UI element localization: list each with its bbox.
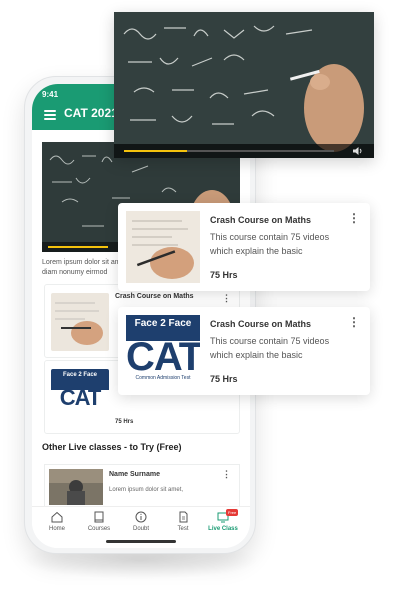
nav-label: Test [177, 526, 189, 532]
course-title: Crash Course on Maths [115, 293, 194, 300]
course-thumbnail: Face 2 Face CAT [51, 369, 109, 427]
course-thumbnail: Face 2 Face CAT Common Admission Test [126, 315, 200, 387]
chalkboard-video-frame [114, 12, 374, 158]
menu-icon[interactable] [44, 110, 56, 120]
book-icon [94, 511, 104, 523]
course-hours: 75 Hrs [210, 374, 238, 384]
volume-icon[interactable] [352, 146, 364, 156]
course-thumbnail [126, 211, 200, 283]
home-indicator [106, 540, 176, 543]
cover-cat-text: CAT [126, 335, 200, 380]
more-options-icon[interactable]: ⋮ [222, 469, 231, 480]
document-icon [179, 511, 188, 523]
nav-courses[interactable]: Courses [80, 511, 118, 532]
course-description: This course contain 75 videos which expl… [210, 336, 330, 360]
nav-label: Home [48, 526, 65, 532]
video-progress-bar[interactable] [124, 150, 187, 152]
more-options-icon[interactable]: ⋮ [348, 315, 360, 329]
course-hours: 75 Hrs [210, 270, 238, 280]
course-title: Crash Course on Maths [210, 215, 312, 225]
course-card[interactable]: Face 2 Face CAT Common Admission Test Cr… [118, 307, 370, 395]
video-controls [114, 144, 374, 158]
course-hours: 75 Hrs [115, 419, 134, 425]
nav-home[interactable]: Home [38, 511, 76, 532]
nav-live-class[interactable]: Free Live Class [204, 509, 242, 532]
status-time: 9:41 [42, 90, 59, 99]
course-card[interactable]: Crash Course on Maths This course contai… [118, 203, 370, 291]
info-icon [135, 511, 147, 523]
nav-doubt[interactable]: Doubt [122, 511, 160, 532]
app-title: CAT 2021 [64, 106, 118, 120]
nav-test[interactable]: Test [164, 511, 202, 532]
live-section-heading: Other Live classes - to Try (Free) [42, 442, 182, 452]
home-icon [51, 511, 63, 523]
live-class-description: Lorem ipsum dolor sit amet, [109, 487, 184, 493]
hand-writing-image [126, 211, 200, 283]
cat-book-cover: Face 2 Face CAT Common Admission Test [126, 315, 200, 387]
free-badge: Free [226, 509, 239, 516]
more-options-icon[interactable]: ⋮ [222, 293, 231, 304]
video-player[interactable] [114, 12, 374, 158]
course-thumbnail [51, 293, 109, 351]
live-class-item[interactable]: Name Surname Lorem ipsum dolor sit amet,… [44, 464, 240, 508]
nav-label: Doubt [132, 526, 149, 532]
nav-label: Live Class [208, 526, 238, 532]
live-class-name: Name Surname [109, 471, 160, 478]
more-options-icon[interactable]: ⋮ [348, 211, 360, 225]
cover-cat-text: CAT [59, 385, 102, 411]
cover-sub-text: Common Admission Test [135, 375, 191, 381]
live-class-thumbnail [49, 469, 103, 505]
course-description: This course contain 75 videos which expl… [210, 232, 330, 256]
course-title: Crash Course on Maths [210, 319, 312, 329]
nav-label: Courses [87, 526, 111, 532]
